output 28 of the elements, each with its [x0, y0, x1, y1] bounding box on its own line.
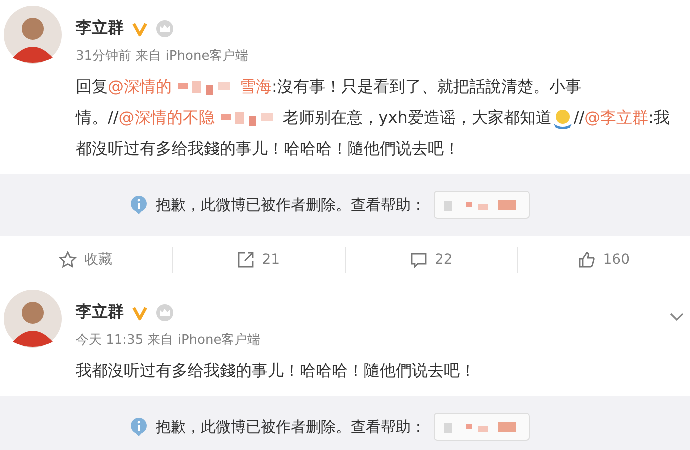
redacted-link[interactable]	[434, 413, 530, 441]
favorite-button[interactable]: 收藏	[0, 247, 172, 273]
info-icon	[130, 195, 148, 215]
star-icon	[59, 251, 78, 269]
mention-link[interactable]: @深情的	[108, 77, 172, 96]
avatar[interactable]	[4, 290, 62, 348]
redacted-link[interactable]	[434, 191, 530, 219]
chevron-down-icon[interactable]	[670, 312, 684, 322]
repost-button[interactable]: 21	[172, 247, 344, 273]
emoji-icon	[552, 108, 574, 130]
author-name[interactable]: 李立群	[76, 18, 124, 39]
post-meta: 今天 11:35 来自 iPhone客户端	[76, 332, 261, 349]
thumbs-up-icon	[578, 251, 596, 269]
post-meta: 31分钟前 来自 iPhone客户端	[76, 48, 249, 65]
mention-link[interactable]: @李立群	[584, 108, 649, 127]
like-button[interactable]: 160	[517, 247, 690, 273]
mention-link[interactable]: @深情的不隐	[118, 108, 215, 127]
notice-text: 抱歉，此微博已被作者删除。查看帮助：	[156, 196, 426, 214]
info-icon	[130, 417, 148, 437]
comment-icon	[410, 251, 428, 269]
notice-text: 抱歉，此微博已被作者删除。查看帮助：	[156, 418, 426, 436]
share-icon	[237, 251, 256, 269]
avatar[interactable]	[4, 6, 62, 64]
author-name[interactable]: 李立群	[76, 302, 124, 323]
post-text: 回复@深情的 雪海:沒有事！只是看到了、就把話說清楚。小事情。//@深情的不隐 老师别在意，yxh爱造谣，大家都知道 //@李立群:我都沒听过有多给我錢的事儿！哈哈哈！隨他們说去吧！	[76, 76, 672, 160]
mention-link[interactable]: 雪海	[240, 77, 272, 96]
post-text: 我都沒听过有多给我錢的事儿！哈哈哈！隨他們说去吧！	[76, 360, 477, 382]
comment-button[interactable]: 22	[344, 247, 518, 273]
